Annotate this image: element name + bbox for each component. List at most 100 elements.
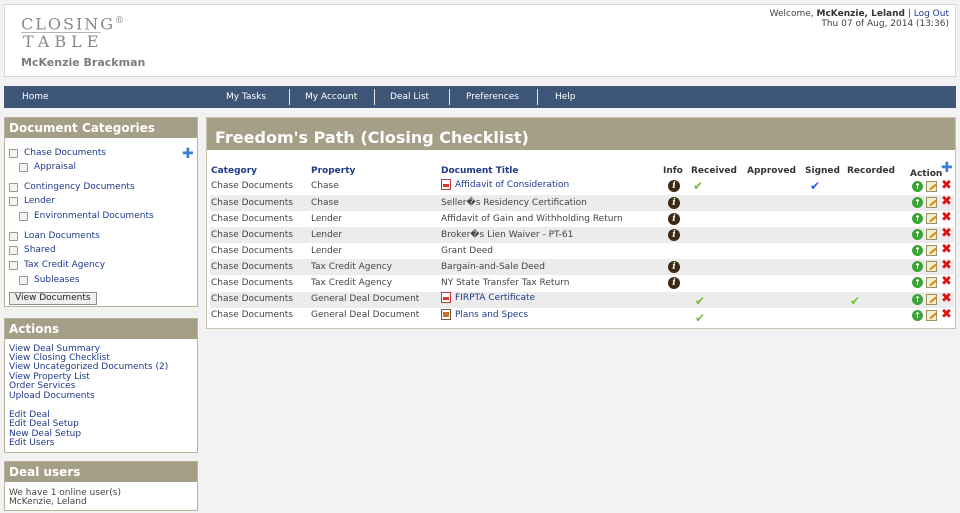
category-label: Chase Documents <box>24 148 106 158</box>
info-icon[interactable]: i <box>668 261 680 273</box>
cell-category: Chase Documents <box>211 198 293 208</box>
delete-icon[interactable]: ✖ <box>941 195 952 208</box>
add-category-plus-icon[interactable]: ✚ <box>182 147 194 161</box>
nav-deal-list[interactable]: Deal List <box>390 86 429 108</box>
info-icon[interactable]: i <box>668 229 680 241</box>
logo-word-table: TABLE <box>21 32 104 52</box>
info-icon[interactable]: i <box>668 197 680 209</box>
upload-arrow-icon[interactable]: ↑ <box>912 197 923 208</box>
upload-arrow-icon[interactable]: ↑ <box>912 229 923 240</box>
action-edit-users[interactable]: Edit Users <box>9 438 55 448</box>
edit-icon[interactable] <box>926 229 937 240</box>
nav-my-account[interactable]: My Account <box>305 86 357 108</box>
category-appraisal[interactable]: Appraisal <box>19 162 76 172</box>
company-name: McKenzie Brackman <box>21 56 146 69</box>
category-lender[interactable]: Lender <box>9 196 55 206</box>
nav-my-tasks[interactable]: My Tasks <box>226 86 266 108</box>
main-navigation: Home My Tasks My Account Deal List Prefe… <box>4 86 956 108</box>
category-checkbox[interactable] <box>19 162 28 172</box>
cell-document-title[interactable]: Affidavit of Consideration <box>441 179 569 190</box>
current-datetime: Thu 07 of Aug, 2014 (13:36) <box>821 19 949 29</box>
category-checkbox[interactable] <box>9 231 18 241</box>
category-checkbox[interactable] <box>9 260 18 270</box>
info-icon[interactable]: i <box>668 213 680 225</box>
delete-icon[interactable]: ✖ <box>941 211 952 224</box>
category-checkbox[interactable] <box>9 182 18 192</box>
delete-icon[interactable]: ✖ <box>941 275 952 288</box>
cell-property: Lender <box>311 246 343 256</box>
logout-link[interactable]: Log Out <box>914 9 949 19</box>
category-tax-credit-agency[interactable]: Tax Credit Agency <box>9 260 105 270</box>
category-chase-documents[interactable]: Chase Documents <box>9 148 106 158</box>
table-row: Chase Documents Lender Grant Deed ↑ ✖ <box>210 243 954 259</box>
cell-category: Chase Documents <box>211 278 293 288</box>
deal-users-panel: Deal users We have 1 online user(s) McKe… <box>4 461 198 511</box>
delete-icon[interactable]: ✖ <box>941 292 952 305</box>
info-icon[interactable]: i <box>668 277 680 289</box>
column-header-document-title[interactable]: Document Title <box>441 166 518 176</box>
upload-arrow-icon[interactable]: ↑ <box>912 181 923 192</box>
nav-home[interactable]: Home <box>22 86 49 108</box>
cell-document-title[interactable]: Plans and Specs <box>441 309 528 320</box>
info-icon[interactable]: i <box>668 180 680 192</box>
upload-arrow-icon[interactable]: ↑ <box>912 213 923 224</box>
delete-icon[interactable]: ✖ <box>941 259 952 272</box>
cell-category: Chase Documents <box>211 230 293 240</box>
upload-arrow-icon[interactable]: ↑ <box>912 277 923 288</box>
action-upload-documents[interactable]: Upload Documents <box>9 391 95 401</box>
table-row: Chase Documents Lender Affidavit of Gain… <box>210 211 954 227</box>
edit-icon[interactable] <box>926 181 937 192</box>
category-checkbox[interactable] <box>19 275 28 285</box>
edit-icon[interactable] <box>926 277 937 288</box>
delete-icon[interactable]: ✖ <box>941 308 952 321</box>
cell-document-title[interactable]: FIRPTA Certificate <box>441 292 535 303</box>
nav-separator <box>289 89 290 105</box>
cell-document-title: Grant Deed <box>441 246 494 256</box>
delete-icon[interactable]: ✖ <box>941 227 952 240</box>
category-checkbox[interactable] <box>9 245 18 255</box>
column-header-property[interactable]: Property <box>311 166 355 176</box>
add-document-plus-icon[interactable]: ✚ <box>941 161 953 175</box>
edit-icon[interactable] <box>926 294 937 305</box>
category-checkbox[interactable] <box>9 148 18 158</box>
action-order-services[interactable]: Order Services <box>9 381 75 391</box>
cell-document-title: Broker�s Lien Waiver - PT-61 <box>441 230 574 240</box>
logo[interactable]: CLOSING® TABLE <box>21 13 124 51</box>
delete-icon[interactable]: ✖ <box>941 179 952 192</box>
category-checkbox[interactable] <box>9 196 18 206</box>
edit-icon[interactable] <box>926 197 937 208</box>
document-categories-panel: Document Categories ✚ Chase Documents Ap… <box>4 117 198 307</box>
edit-icon[interactable] <box>926 213 937 224</box>
category-label: Environmental Documents <box>34 211 154 221</box>
cell-document-title: Seller�s Residency Certification <box>441 198 587 208</box>
category-checkbox[interactable] <box>19 211 28 221</box>
nav-preferences[interactable]: Preferences <box>466 86 519 108</box>
category-shared[interactable]: Shared <box>9 245 56 255</box>
edit-icon[interactable] <box>926 261 937 272</box>
category-contingency-documents[interactable]: Contingency Documents <box>9 182 135 192</box>
logo-word-closing: CLOSING <box>21 14 116 34</box>
action-edit-deal-setup[interactable]: Edit Deal Setup <box>9 419 79 429</box>
user-name: McKenzie, Leland <box>816 9 905 19</box>
cell-category: Chase Documents <box>211 246 293 256</box>
edit-icon[interactable] <box>926 245 937 256</box>
cell-category: Chase Documents <box>211 262 293 272</box>
delete-icon[interactable]: ✖ <box>941 243 952 256</box>
category-environmental-documents[interactable]: Environmental Documents <box>19 211 154 221</box>
upload-arrow-icon[interactable]: ↑ <box>912 310 923 321</box>
cell-document-title: Affidavit of Gain and Withholding Return <box>441 214 623 224</box>
edit-icon[interactable] <box>926 310 937 321</box>
action-view-uncategorized-documents[interactable]: View Uncategorized Documents (2) <box>9 362 168 372</box>
view-documents-button[interactable]: View Documents <box>9 292 97 305</box>
cell-property: Tax Credit Agency <box>311 262 393 272</box>
column-header-approved: Approved <box>747 166 796 176</box>
nav-help[interactable]: Help <box>555 86 576 108</box>
upload-arrow-icon[interactable]: ↑ <box>912 245 923 256</box>
column-header-category[interactable]: Category <box>211 166 257 176</box>
welcome-block: Welcome, McKenzie, Leland | Log Out Thu … <box>770 9 949 29</box>
cell-property: Chase <box>311 198 339 208</box>
upload-arrow-icon[interactable]: ↑ <box>912 294 923 305</box>
category-subleases[interactable]: Subleases <box>19 275 80 285</box>
category-loan-documents[interactable]: Loan Documents <box>9 231 100 241</box>
upload-arrow-icon[interactable]: ↑ <box>912 261 923 272</box>
